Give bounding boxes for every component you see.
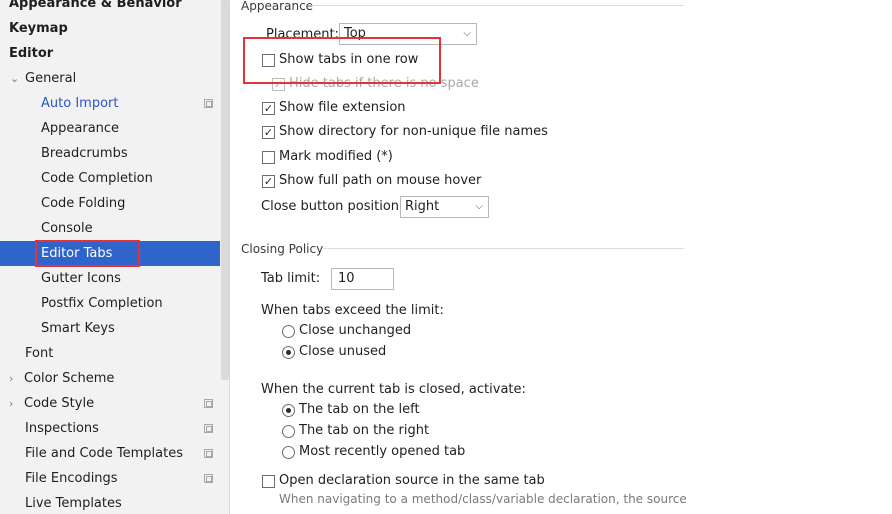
tree-item-keymap[interactable]: Keymap xyxy=(0,16,220,41)
placement-label: Placement: xyxy=(266,27,339,42)
hide-tabs-no-space-checkbox[interactable]: ✓ xyxy=(272,78,285,91)
project-settings-icon xyxy=(204,399,213,408)
tree-item-label: Code Folding xyxy=(41,196,126,211)
show-file-extension-checkbox[interactable]: ✓ xyxy=(262,102,275,115)
tree-item-label: Live Templates xyxy=(25,496,122,511)
tree-item-label: Color Scheme xyxy=(24,371,115,386)
chevron-right-icon[interactable]: › xyxy=(9,391,19,416)
tree-item-label: File Encodings xyxy=(25,471,118,486)
tree-item-label: File and Code Templates xyxy=(25,446,183,461)
tree-item-general[interactable]: ⌄ General xyxy=(0,66,220,91)
editor-tabs-settings-panel: Appearance Placement: Top ⌵ Show tabs in… xyxy=(231,0,892,514)
tree-item-label: Smart Keys xyxy=(41,321,115,336)
show-directory-checkbox[interactable]: ✓ xyxy=(262,126,275,139)
tree-item-label: Code Style xyxy=(24,396,95,411)
tree-item-label: Appearance & Behavior xyxy=(9,0,182,11)
project-settings-icon xyxy=(204,424,213,433)
tab-on-right-label[interactable]: The tab on the right xyxy=(299,423,429,438)
tab-on-left-label[interactable]: The tab on the left xyxy=(299,402,420,417)
close-button-position-select[interactable]: Right ⌵ xyxy=(400,196,489,218)
tree-item-label: Gutter Icons xyxy=(41,271,121,286)
tree-item-breadcrumbs[interactable]: Breadcrumbs xyxy=(0,141,220,166)
tree-item-appearance[interactable]: Appearance xyxy=(0,116,220,141)
tree-item-file-encodings[interactable]: File Encodings xyxy=(0,466,220,491)
tree-item-file-code-templates[interactable]: File and Code Templates xyxy=(0,441,220,466)
tree-item-label: Inspections xyxy=(25,421,99,436)
chevron-down-icon: ⌵ xyxy=(475,201,483,212)
tree-item-live-templates[interactable]: Live Templates xyxy=(0,491,220,514)
most-recent-radio[interactable] xyxy=(282,446,295,459)
section-title-appearance: Appearance xyxy=(241,0,314,13)
tree-item-label: Console xyxy=(41,221,93,236)
show-directory-label[interactable]: Show directory for non-unique file names xyxy=(279,124,548,139)
placement-select[interactable]: Top ⌵ xyxy=(339,23,477,45)
tree-item-label: Editor Tabs xyxy=(41,246,113,261)
tree-item-editor-tabs[interactable]: Editor Tabs xyxy=(0,241,220,266)
tree-item-label: Editor xyxy=(9,46,54,61)
close-button-position-label: Close button position: xyxy=(261,199,404,214)
show-file-extension-label[interactable]: Show file extension xyxy=(279,100,406,115)
tree-item-color-scheme[interactable]: › Color Scheme xyxy=(0,366,220,391)
tree-item-code-folding[interactable]: Code Folding xyxy=(0,191,220,216)
tree-item-code-style[interactable]: › Code Style xyxy=(0,391,220,416)
project-settings-icon xyxy=(204,449,213,458)
tree-item-editor[interactable]: Editor xyxy=(0,41,220,66)
mark-modified-checkbox[interactable] xyxy=(262,151,275,164)
tree-item-font[interactable]: Font xyxy=(0,341,220,366)
project-settings-icon xyxy=(204,99,213,108)
project-settings-icon xyxy=(204,474,213,483)
chevron-down-icon: ⌵ xyxy=(463,28,471,39)
chevron-right-icon[interactable]: › xyxy=(9,366,19,391)
most-recent-label[interactable]: Most recently opened tab xyxy=(299,444,465,459)
tree-item-label: Appearance xyxy=(41,121,120,136)
exceed-limit-label: When tabs exceed the limit: xyxy=(261,303,444,318)
tree-item-smart-keys[interactable]: Smart Keys xyxy=(0,316,220,341)
tree-item-postfix-completion[interactable]: Postfix Completion xyxy=(0,291,220,316)
tree-item-label: Postfix Completion xyxy=(41,296,163,311)
tree-item-auto-import[interactable]: Auto Import xyxy=(0,91,220,116)
tab-limit-input[interactable]: 10 xyxy=(331,268,394,290)
section-divider xyxy=(311,5,684,6)
tab-on-right-radio[interactable] xyxy=(282,425,295,438)
tree-item-code-completion[interactable]: Code Completion xyxy=(0,166,220,191)
close-unchanged-label[interactable]: Close unchanged xyxy=(299,323,411,338)
tree-item-console[interactable]: Console xyxy=(0,216,220,241)
tab-limit-label: Tab limit: xyxy=(261,271,321,286)
section-divider xyxy=(323,248,684,249)
tree-item-appearance-behavior[interactable]: Appearance & Behavior xyxy=(0,0,220,16)
show-full-path-checkbox[interactable]: ✓ xyxy=(262,175,275,188)
show-full-path-label[interactable]: Show full path on mouse hover xyxy=(279,173,481,188)
show-tabs-one-row-label[interactable]: Show tabs in one row xyxy=(279,52,418,67)
hide-tabs-no-space-label[interactable]: Hide tabs if there is no space xyxy=(289,76,479,91)
tree-item-label: General xyxy=(25,71,77,86)
chevron-down-icon[interactable]: ⌄ xyxy=(10,66,20,91)
tree-item-label: Code Completion xyxy=(41,171,153,186)
open-declaration-label[interactable]: Open declaration source in the same tab xyxy=(279,473,545,488)
tree-item-label: Auto Import xyxy=(41,96,119,111)
close-unchanged-radio[interactable] xyxy=(282,325,295,338)
close-unused-label[interactable]: Close unused xyxy=(299,344,386,359)
section-title-closing-policy: Closing Policy xyxy=(241,242,324,256)
tab-on-left-radio[interactable] xyxy=(282,404,295,417)
placement-value: Top xyxy=(344,26,366,41)
tree-item-inspections[interactable]: Inspections xyxy=(0,416,220,441)
tree-item-label: Font xyxy=(25,346,54,361)
close-button-position-value: Right xyxy=(405,199,440,214)
sidebar-scrollbar-thumb[interactable] xyxy=(221,0,229,380)
open-declaration-description: When navigating to a method/class/variab… xyxy=(279,492,687,506)
open-declaration-checkbox[interactable] xyxy=(262,475,275,488)
close-unused-radio[interactable] xyxy=(282,346,295,359)
tree-item-label: Keymap xyxy=(9,21,68,36)
tab-closed-label: When the current tab is closed, activate… xyxy=(261,382,526,397)
settings-sidebar: Appearance & Behavior Keymap Editor ⌄ Ge… xyxy=(0,0,230,514)
tree-item-label: Breadcrumbs xyxy=(41,146,128,161)
show-tabs-one-row-checkbox[interactable] xyxy=(262,54,275,67)
tree-item-gutter-icons[interactable]: Gutter Icons xyxy=(0,266,220,291)
mark-modified-label[interactable]: Mark modified (*) xyxy=(279,149,393,164)
